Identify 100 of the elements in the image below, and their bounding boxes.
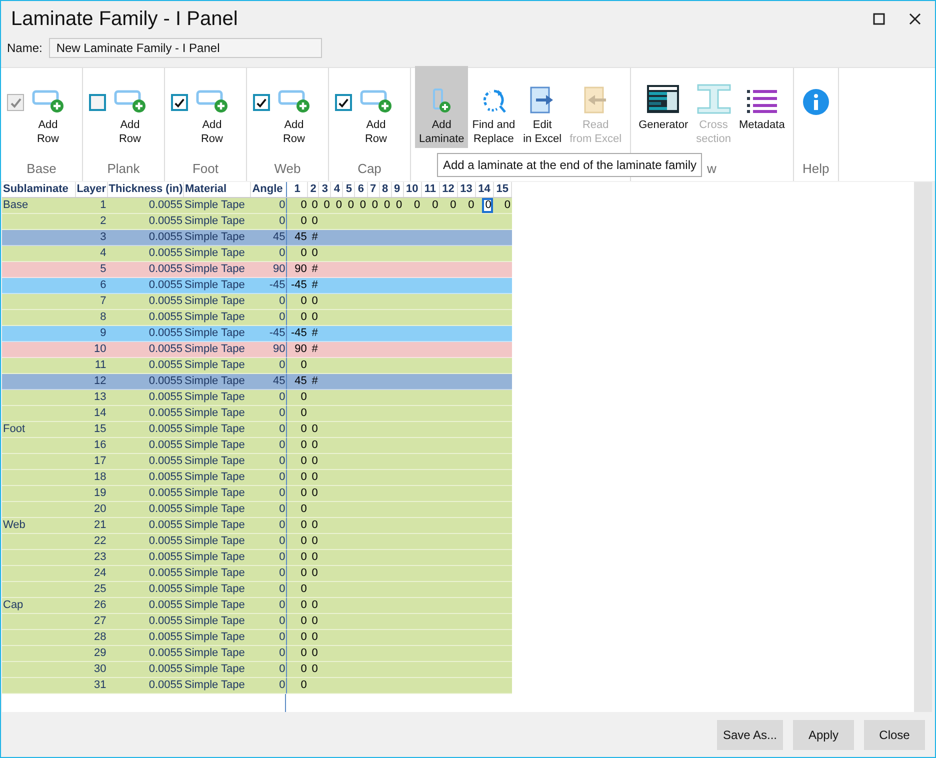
table-row[interactable]: 22 0.0055 Simple Tape 0 0 0 — [2, 534, 512, 550]
close-icon[interactable] — [909, 13, 921, 25]
table-cell[interactable]: -45 — [290, 278, 308, 293]
table-cell[interactable]: 0 — [372, 198, 380, 213]
table-cell[interactable]: # — [312, 230, 319, 245]
table-cell[interactable]: 0 — [312, 630, 319, 645]
table-cell[interactable]: 0 — [312, 294, 319, 309]
table-cell[interactable]: 0 — [336, 198, 343, 213]
table-cell[interactable]: 0 — [300, 518, 308, 533]
table-row[interactable]: 23 0.0055 Simple Tape 0 0 0 — [2, 550, 512, 566]
table-row[interactable]: 10 0.0055 Simple Tape 90 90 # — [2, 342, 512, 358]
table-cell[interactable]: 0 — [300, 662, 308, 677]
table-cell[interactable]: 0 — [504, 198, 512, 213]
table-cell[interactable]: 0 — [300, 598, 308, 613]
table-cell[interactable]: 0 — [300, 438, 308, 453]
column-header[interactable]: 5 — [342, 182, 355, 198]
scrollbar[interactable] — [914, 182, 932, 712]
column-header[interactable]: Thickness (in) — [107, 182, 184, 198]
column-header[interactable]: 10 — [403, 182, 422, 198]
column-header[interactable]: 8 — [379, 182, 392, 198]
table-row[interactable]: 28 0.0055 Simple Tape 0 0 0 — [2, 630, 512, 646]
table-cell[interactable]: 0 — [482, 198, 494, 213]
table-cell[interactable]: 0 — [300, 534, 308, 549]
ribbon-button[interactable]: Add Row — [110, 66, 150, 148]
table-cell[interactable]: 45 — [294, 374, 308, 389]
table-row[interactable]: 7 0.0055 Simple Tape 0 0 0 — [2, 294, 512, 310]
column-header[interactable]: 12 — [439, 182, 458, 198]
table-cell[interactable]: 0 — [300, 422, 308, 437]
column-header[interactable]: Material — [184, 182, 251, 198]
ribbon-button[interactable]: Generator — [634, 66, 692, 148]
column-header[interactable]: Sublaminate — [2, 182, 76, 198]
table-cell[interactable]: 0 — [300, 310, 308, 325]
dialog-button[interactable]: Save As... — [716, 720, 783, 750]
table-cell[interactable]: 0 — [324, 198, 331, 213]
table-cell[interactable]: 0 — [300, 454, 308, 469]
ribbon-button[interactable]: Add Row — [28, 66, 68, 148]
table-row[interactable]: Foot 15 0.0055 Simple Tape 0 0 0 — [2, 422, 512, 438]
table-cell[interactable]: 0 — [432, 198, 440, 213]
table-cell[interactable]: 0 — [300, 214, 308, 229]
table-cell[interactable]: 0 — [300, 294, 308, 309]
table-cell[interactable]: 0 — [312, 646, 319, 661]
table-row[interactable]: 9 0.0055 Simple Tape -45 -45 # — [2, 326, 512, 342]
table-row[interactable]: 29 0.0055 Simple Tape 0 0 0 — [2, 646, 512, 662]
table-row[interactable]: 14 0.0055 Simple Tape 0 0 — [2, 406, 512, 422]
table-row[interactable]: 19 0.0055 Simple Tape 0 0 0 — [2, 486, 512, 502]
column-header[interactable]: 15 — [493, 182, 512, 198]
column-header[interactable]: 4 — [330, 182, 343, 198]
table-cell[interactable]: -45 — [290, 326, 308, 341]
table-cell[interactable]: 0 — [414, 198, 422, 213]
column-header[interactable]: 13 — [457, 182, 476, 198]
table-cell[interactable]: 0 — [300, 486, 308, 501]
ribbon-button[interactable]: Add Row — [192, 66, 232, 148]
table-row[interactable]: 11 0.0055 Simple Tape 0 0 — [2, 358, 512, 374]
table-cell[interactable]: 0 — [312, 566, 319, 581]
table-row[interactable]: 25 0.0055 Simple Tape 0 0 — [2, 582, 512, 598]
table-row[interactable]: 12 0.0055 Simple Tape 45 45 # — [2, 374, 512, 390]
table-cell[interactable]: 0 — [312, 438, 319, 453]
table-cell[interactable]: 0 — [312, 214, 319, 229]
table-cell[interactable]: 0 — [300, 566, 308, 581]
table-cell[interactable]: 0 — [300, 198, 308, 213]
table-row[interactable]: 4 0.0055 Simple Tape 0 0 0 — [2, 246, 512, 262]
table-cell[interactable]: 0 — [300, 582, 308, 597]
column-header[interactable]: 9 — [391, 182, 404, 198]
table-cell[interactable]: 90 — [294, 262, 308, 277]
table-cell[interactable]: 0 — [300, 678, 308, 693]
column-header[interactable]: 6 — [354, 182, 367, 198]
column-header[interactable]: Layer — [75, 182, 108, 198]
table-row[interactable]: 8 0.0055 Simple Tape 0 0 0 — [2, 310, 512, 326]
table-cell[interactable]: # — [312, 278, 319, 293]
table-cell[interactable]: 0 — [312, 486, 319, 501]
ribbon-button[interactable]: Add Laminate — [415, 66, 468, 148]
table-cell[interactable]: 0 — [312, 518, 319, 533]
table-cell[interactable]: 0 — [450, 198, 458, 213]
table-cell[interactable]: 0 — [312, 422, 319, 437]
table-cell[interactable]: 0 — [312, 614, 319, 629]
table-row[interactable]: 3 0.0055 Simple Tape 45 45 # — [2, 230, 512, 246]
table-cell[interactable]: 0 — [300, 470, 308, 485]
ribbon-button[interactable]: Find and Replace — [468, 66, 520, 148]
dialog-button[interactable]: Apply — [793, 720, 854, 750]
table-cell[interactable]: 0 — [300, 646, 308, 661]
table-cell[interactable]: 90 — [294, 342, 308, 357]
table-cell[interactable]: 0 — [360, 198, 367, 213]
table-row[interactable]: Base 1 0.0055 Simple Tape 0 0 0 0 0 0 0 0 0 0 0 0 0 0 0 0 — [2, 198, 512, 214]
table-row[interactable]: 24 0.0055 Simple Tape 0 0 0 — [2, 566, 512, 582]
table-cell[interactable]: 0 — [300, 550, 308, 565]
table-cell[interactable]: 0 — [300, 406, 308, 421]
name-field[interactable]: New Laminate Family - I Panel — [49, 38, 322, 58]
table-row[interactable]: 17 0.0055 Simple Tape 0 0 0 — [2, 454, 512, 470]
table-cell[interactable]: 0 — [300, 630, 308, 645]
ribbon-button[interactable]: Add Row — [274, 66, 314, 148]
table-cell[interactable]: 0 — [312, 310, 319, 325]
table-cell[interactable]: # — [312, 374, 319, 389]
maximize-icon[interactable] — [873, 13, 885, 25]
column-header[interactable]: 1 — [286, 182, 308, 198]
table-cell[interactable]: 0 — [384, 198, 392, 213]
table-cell[interactable]: # — [312, 326, 319, 341]
table-cell[interactable]: 0 — [312, 662, 319, 677]
table-row[interactable]: 16 0.0055 Simple Tape 0 0 0 — [2, 438, 512, 454]
ribbon-button[interactable]: Add Row — [356, 66, 396, 148]
ribbon-button[interactable]: Metadata — [734, 66, 789, 148]
